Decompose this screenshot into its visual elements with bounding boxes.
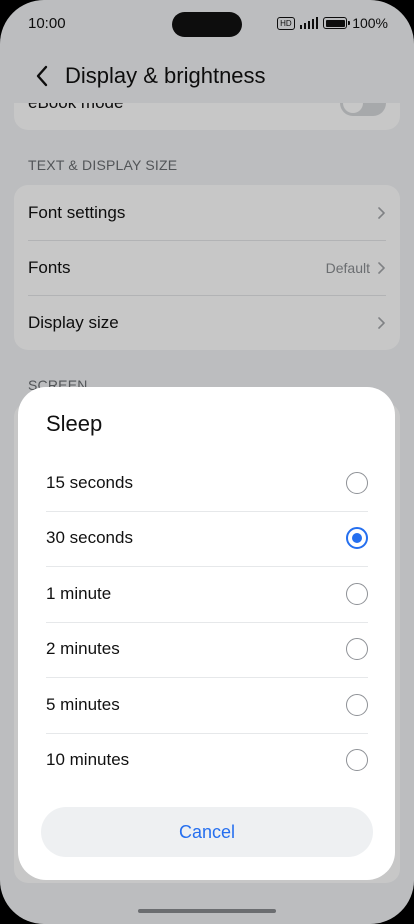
home-indicator[interactable] bbox=[138, 909, 276, 913]
option-label: 2 minutes bbox=[46, 639, 120, 659]
option-label: 1 minute bbox=[46, 583, 112, 603]
option-2-minutes[interactable]: 2 minutes bbox=[46, 621, 368, 678]
sleep-options: 15 seconds 30 seconds 1 minute 2 minutes… bbox=[46, 455, 368, 788]
option-30-seconds[interactable]: 30 seconds bbox=[46, 510, 368, 567]
option-15-seconds[interactable]: 15 seconds bbox=[46, 455, 368, 511]
radio-button-icon[interactable] bbox=[346, 582, 368, 605]
option-label: 5 minutes bbox=[46, 694, 120, 714]
option-10-minutes[interactable]: 10 minutes bbox=[46, 732, 368, 789]
radio-button-selected-icon[interactable] bbox=[346, 527, 368, 550]
radio-button-icon[interactable] bbox=[346, 693, 368, 716]
radio-button-icon[interactable] bbox=[346, 471, 368, 494]
dialog-title: Sleep bbox=[46, 411, 103, 436]
radio-button-icon[interactable] bbox=[346, 638, 368, 661]
radio-button-icon[interactable] bbox=[346, 749, 368, 772]
option-label: 10 minutes bbox=[46, 750, 130, 770]
option-1-minute[interactable]: 1 minute bbox=[46, 566, 368, 622]
option-5-minutes[interactable]: 5 minutes bbox=[46, 677, 368, 733]
option-label: 15 seconds bbox=[46, 472, 133, 492]
option-label: 30 seconds bbox=[46, 528, 133, 548]
phone-screen: 10:00 HD 100% Display & brightness eBook… bbox=[0, 0, 414, 924]
sleep-dialog: Sleep 15 seconds 30 seconds 1 minute 2 m… bbox=[18, 387, 395, 880]
cancel-button[interactable]: Cancel bbox=[41, 807, 373, 857]
